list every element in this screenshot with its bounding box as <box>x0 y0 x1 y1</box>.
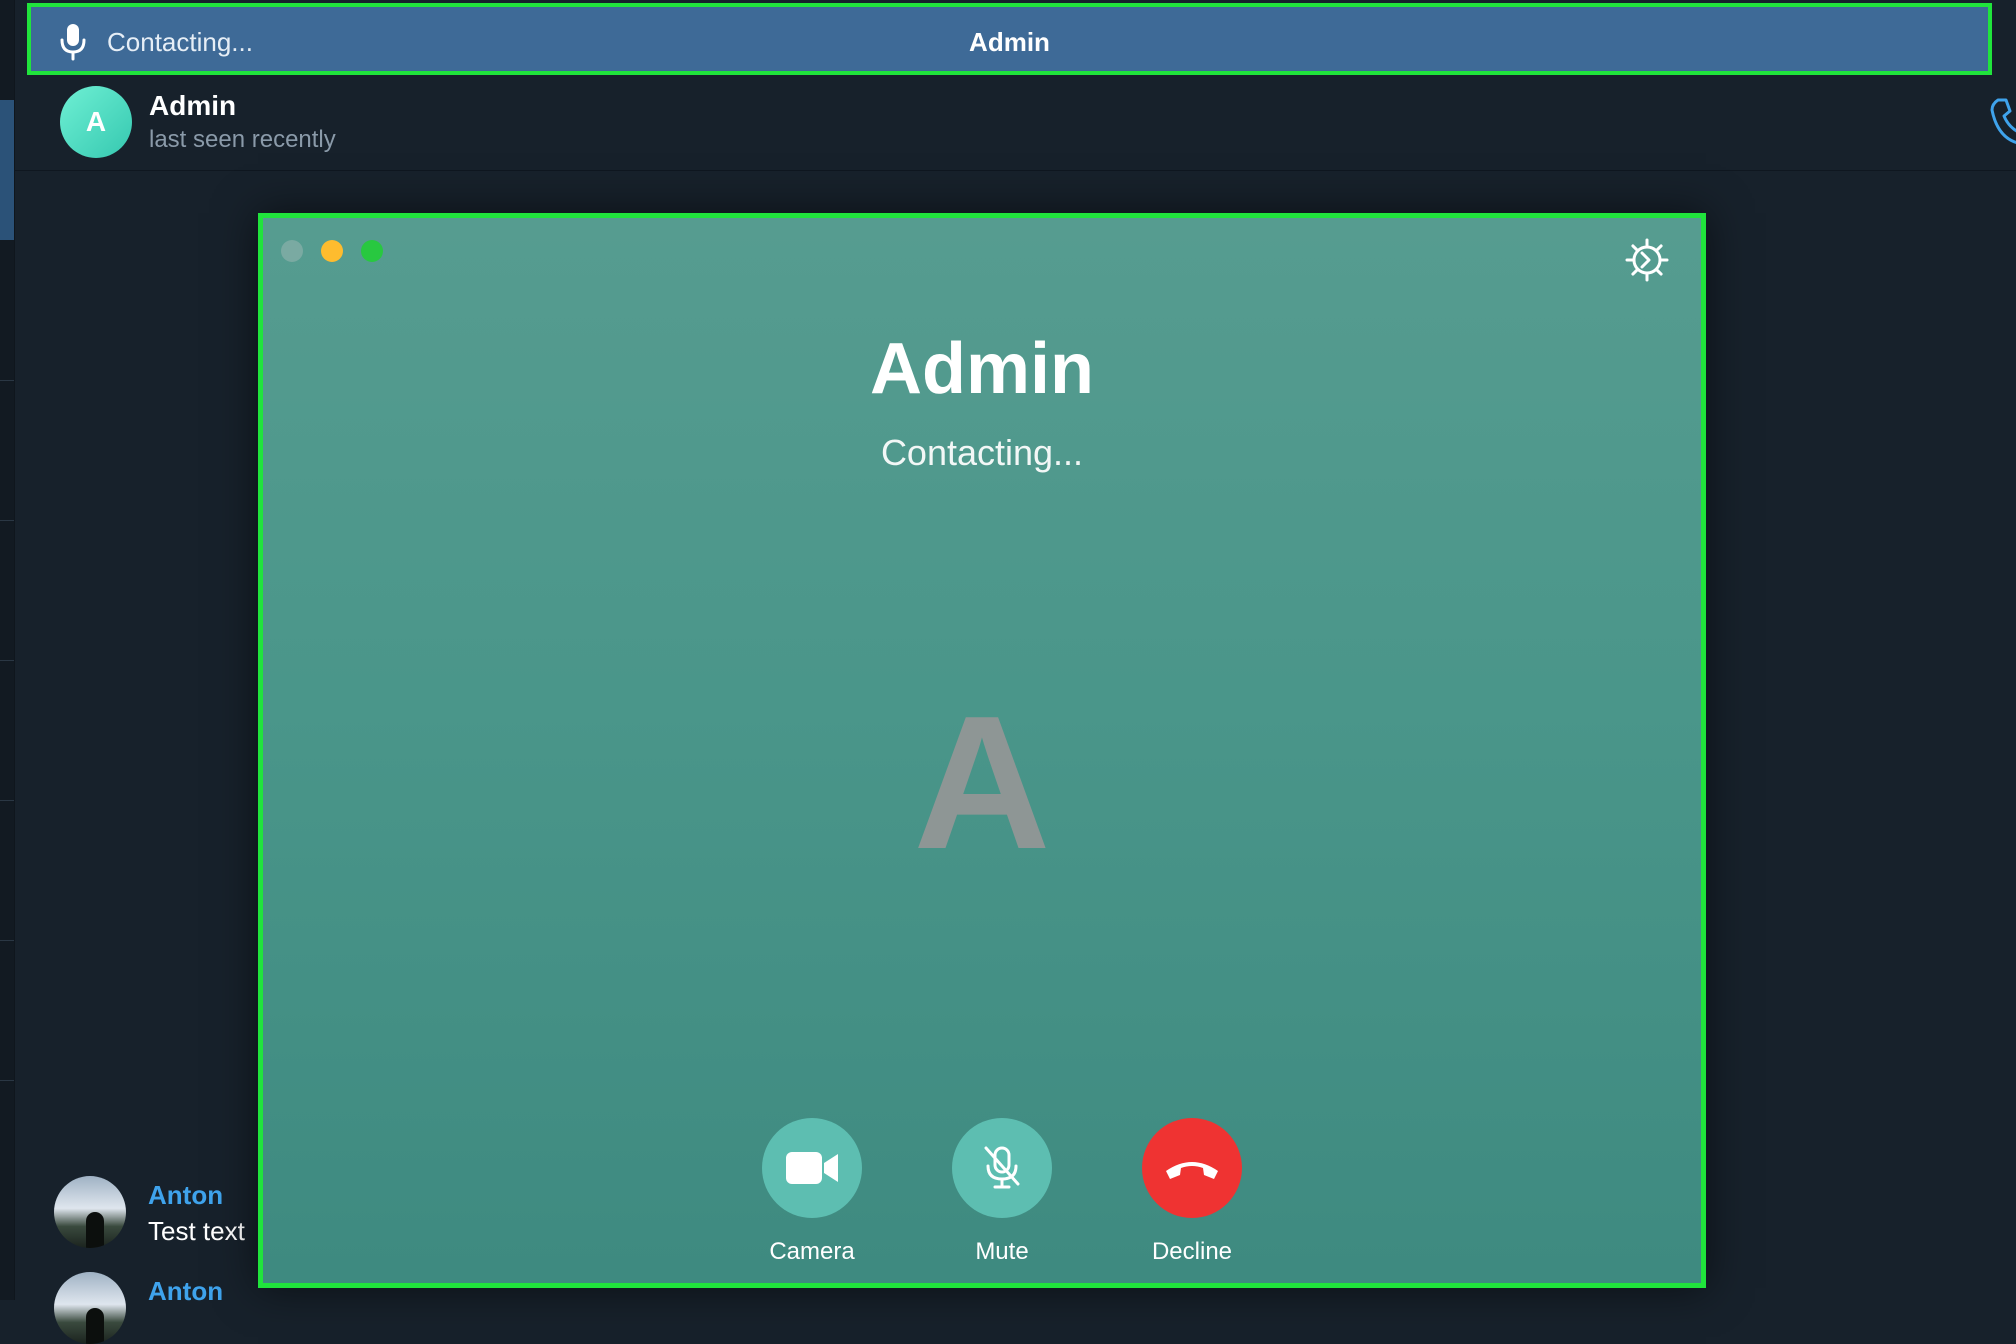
call-bar-name: Admin <box>969 27 1050 57</box>
sidebar-strip <box>0 0 15 1300</box>
active-call-bar[interactable]: Contacting... Admin <box>27 3 1992 75</box>
mute-button[interactable] <box>952 1118 1052 1218</box>
avatar[interactable] <box>54 1176 126 1248</box>
camera-label: Camera <box>769 1238 855 1265</box>
callee-avatar-initial: A <box>913 677 1051 889</box>
sidebar-divider <box>0 660 14 661</box>
window-close-button[interactable] <box>281 240 303 262</box>
chat-subtitle: last seen recently <box>149 126 336 153</box>
sidebar-divider <box>0 520 14 521</box>
camera-button[interactable] <box>762 1118 862 1218</box>
call-status: Contacting... <box>880 432 1084 473</box>
mute-label: Mute <box>975 1238 1029 1265</box>
sidebar-selected-indicator <box>0 100 14 240</box>
mute-control: Mute <box>932 1118 1072 1266</box>
window-maximize-button[interactable] <box>361 240 383 262</box>
chat-header: A Admin last seen recently <box>14 78 2016 171</box>
gear-icon[interactable] <box>1625 238 1669 282</box>
sidebar-divider <box>0 1080 14 1081</box>
avatar[interactable]: A <box>60 86 132 158</box>
sidebar-divider <box>0 800 14 801</box>
message-author[interactable]: Anton <box>148 1180 223 1211</box>
sidebar-divider <box>0 380 14 381</box>
decline-label: Decline <box>1151 1238 1233 1265</box>
phone-icon[interactable] <box>1988 96 2016 146</box>
mic-off-icon <box>984 1146 1020 1189</box>
callee-name: Admin <box>870 329 1094 409</box>
call-window: Admin Contacting... A Camera Mute Declin… <box>258 213 1706 1288</box>
avatar[interactable] <box>54 1272 126 1344</box>
decline-control: Decline <box>1122 1118 1262 1266</box>
message-text: Test text <box>148 1216 245 1246</box>
chat-title[interactable]: Admin <box>149 90 236 122</box>
camera-control: Camera <box>742 1118 882 1266</box>
window-minimize-button[interactable] <box>321 240 343 262</box>
camera-icon <box>786 1152 838 1184</box>
phone-hangup-icon <box>1166 1162 1218 1179</box>
decline-button[interactable] <box>1142 1118 1242 1218</box>
message-author[interactable]: Anton <box>148 1276 223 1307</box>
sidebar-divider <box>0 940 14 941</box>
